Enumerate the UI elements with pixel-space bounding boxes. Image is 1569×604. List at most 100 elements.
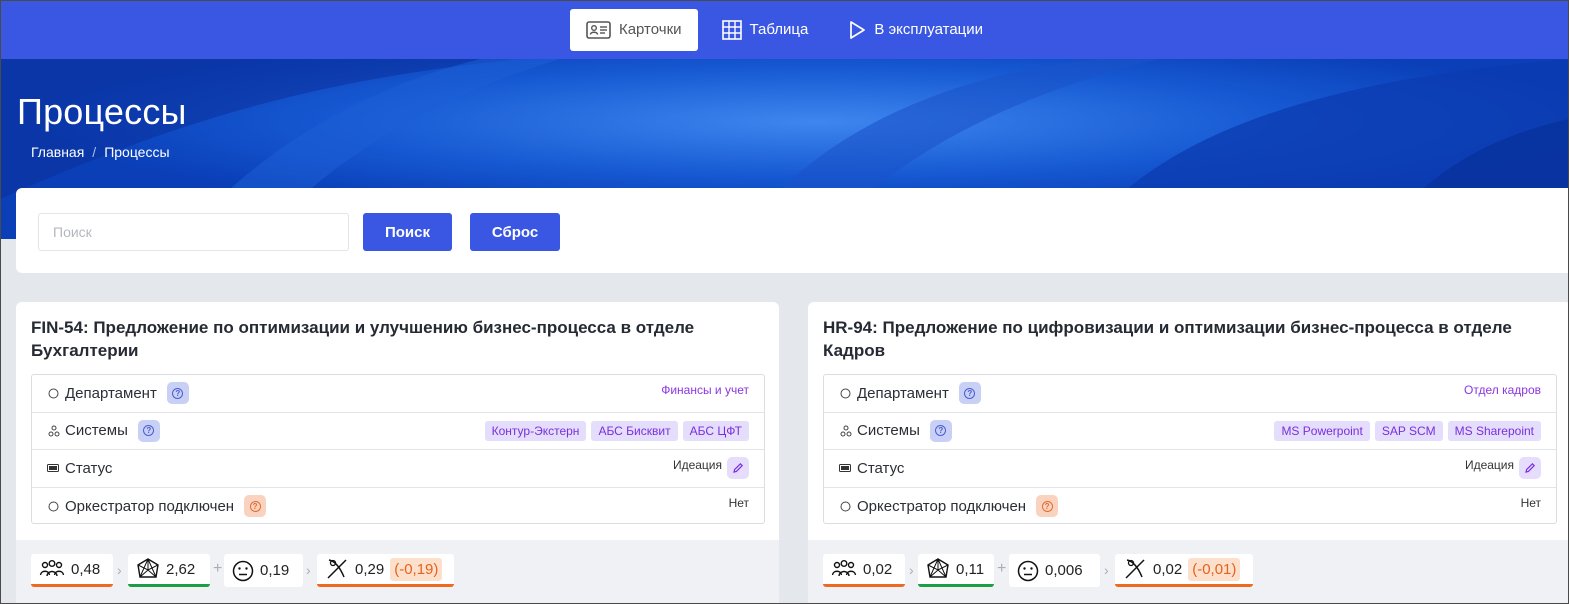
- breadcrumb-current: Процессы: [104, 144, 170, 160]
- question-icon: ?: [964, 387, 976, 399]
- smiley-icon: [232, 560, 254, 581]
- pencil-icon: [1525, 462, 1536, 473]
- tab-cards[interactable]: Карточки: [569, 8, 698, 51]
- system-tag[interactable]: SAP SCM: [1374, 420, 1443, 441]
- help-button[interactable]: ?: [929, 419, 952, 442]
- edit-status-button[interactable]: [727, 457, 749, 479]
- battery-icon: [839, 464, 851, 473]
- metric-value: 0,02: [863, 560, 893, 578]
- chevron-right-icon: ›: [306, 562, 311, 578]
- property-status: Статус Идеация: [32, 450, 764, 488]
- status-value-text: Идеация: [672, 458, 722, 472]
- card-metrics: 0,48 › 2,62 + 0,19 › 0,29 (-0,19): [16, 540, 779, 604]
- search-button[interactable]: Поиск: [363, 213, 452, 251]
- department-value: Отдел кадров: [1464, 383, 1541, 397]
- metric-value: 0,02: [1153, 560, 1183, 578]
- property-status: Статус Идеация: [824, 450, 1556, 488]
- systems-tags: Контур-Экстерн АБС Бисквит АБС ЦФТ: [484, 420, 749, 441]
- orchestrator-value: Нет: [1521, 496, 1541, 510]
- breadcrumb-separator: /: [92, 144, 97, 160]
- plus-icon: +: [997, 560, 1007, 577]
- card-title[interactable]: FIN-54: Предложение по оптимизации и улу…: [31, 316, 764, 362]
- circle-icon: [840, 388, 851, 399]
- polyhedron-icon: [137, 558, 159, 578]
- metric-satisfaction[interactable]: 0,19: [224, 554, 303, 587]
- property-label: Оркестратор подключен: [65, 497, 235, 515]
- search-panel: Поиск Сброс: [16, 188, 1569, 273]
- property-orchestrator: Оркестратор подключен ? Нет: [824, 488, 1556, 526]
- metric-complexity[interactable]: 0,11: [918, 554, 994, 587]
- department-value-text: Отдел кадров: [1464, 383, 1541, 397]
- card-properties: Департамент ? Финансы и учет Системы ? К…: [31, 374, 765, 524]
- system-tag[interactable]: Контур-Экстерн: [484, 420, 587, 441]
- help-button[interactable]: ?: [137, 419, 160, 442]
- people-group-icon: [39, 560, 65, 577]
- process-card[interactable]: FIN-54: Предложение по оптимизации и улу…: [16, 302, 779, 604]
- department-value-text: Финансы и учет: [661, 383, 749, 397]
- metric-value: 0,19: [260, 562, 290, 579]
- property-systems: Системы ? Контур-Экстерн АБС Бисквит АБС…: [32, 413, 764, 450]
- circle-icon: [48, 388, 59, 399]
- chevron-right-icon: ›: [117, 562, 122, 578]
- system-tag[interactable]: АБС ЦФТ: [682, 420, 749, 441]
- tab-table[interactable]: Таблица: [706, 9, 825, 51]
- battery-icon: [47, 464, 59, 473]
- metric-value: 0,48: [71, 560, 101, 578]
- search-input[interactable]: [38, 213, 349, 251]
- question-icon: ?: [249, 500, 261, 512]
- help-button[interactable]: ?: [958, 382, 981, 405]
- property-systems: Системы ? MS Powerpoint SAP SCM MS Share…: [824, 413, 1556, 450]
- top-nav: Карточки Таблица В эксплуатации: [0, 0, 1569, 59]
- property-department: Департамент ? Финансы и учет: [32, 375, 764, 413]
- system-tag[interactable]: АБС Бисквит: [591, 420, 678, 441]
- property-label: Оркестратор подключен: [857, 497, 1027, 515]
- reset-button[interactable]: Сброс: [470, 213, 560, 251]
- help-button[interactable]: ?: [244, 495, 267, 518]
- people-group-icon: [831, 560, 857, 577]
- edit-status-button[interactable]: [1519, 457, 1541, 479]
- metric-value: 0,006: [1045, 562, 1083, 579]
- metric-delta-badge: (-0,01): [1188, 557, 1241, 581]
- help-button[interactable]: ?: [166, 382, 189, 405]
- property-label: Департамент: [857, 384, 949, 402]
- id-card-icon: [586, 20, 611, 39]
- question-icon: ?: [143, 425, 155, 437]
- property-label: Системы: [65, 422, 128, 440]
- status-value-text: Идеация: [1464, 458, 1514, 472]
- process-card[interactable]: HR-94: Предложение по цифровизации и опт…: [808, 302, 1569, 604]
- page-title: Процессы: [17, 91, 187, 132]
- crossed-tool-icon: [327, 559, 347, 579]
- metric-value: 2,62: [166, 560, 196, 578]
- breadcrumb-home[interactable]: Главная: [31, 144, 84, 160]
- nodes-icon: [48, 425, 59, 437]
- department-value: Финансы и учет: [661, 383, 749, 397]
- status-value: Идеация: [672, 457, 749, 479]
- status-value: Идеация: [1464, 457, 1541, 479]
- metric-people[interactable]: 0,48: [31, 554, 113, 587]
- metric-satisfaction[interactable]: 0,006: [1009, 554, 1100, 587]
- property-orchestrator: Оркестратор подключен ? Нет: [32, 488, 764, 526]
- metric-complexity[interactable]: 2,62: [128, 554, 210, 587]
- crossed-tool-icon: [1125, 559, 1145, 579]
- property-label: Статус: [65, 459, 113, 477]
- question-icon: ?: [172, 387, 184, 399]
- question-icon: ?: [935, 425, 947, 437]
- system-tag[interactable]: MS Powerpoint: [1274, 420, 1370, 441]
- systems-tags: MS Powerpoint SAP SCM MS Sharepoint: [1274, 420, 1541, 441]
- tab-in-production[interactable]: В эксплуатации: [832, 9, 999, 51]
- system-tag[interactable]: MS Sharepoint: [1447, 420, 1541, 441]
- orchestrator-value-text: Нет: [728, 495, 749, 510]
- metric-effect[interactable]: 0,02 (-0,01): [1115, 554, 1253, 587]
- orchestrator-value-text: Нет: [1520, 495, 1541, 510]
- help-button[interactable]: ?: [1036, 495, 1059, 518]
- metric-people[interactable]: 0,02: [823, 554, 905, 587]
- question-icon: ?: [1041, 500, 1053, 512]
- orchestrator-value: Нет: [729, 496, 749, 510]
- tab-table-label: Таблица: [749, 21, 809, 38]
- grid-table-icon: [721, 19, 742, 40]
- metric-delta-badge: (-0,19): [390, 557, 443, 581]
- metric-value: 0,11: [956, 560, 985, 578]
- property-label: Департамент: [65, 384, 157, 402]
- metric-effect[interactable]: 0,29 (-0,19): [317, 554, 454, 587]
- card-title[interactable]: HR-94: Предложение по цифровизации и опт…: [823, 316, 1556, 362]
